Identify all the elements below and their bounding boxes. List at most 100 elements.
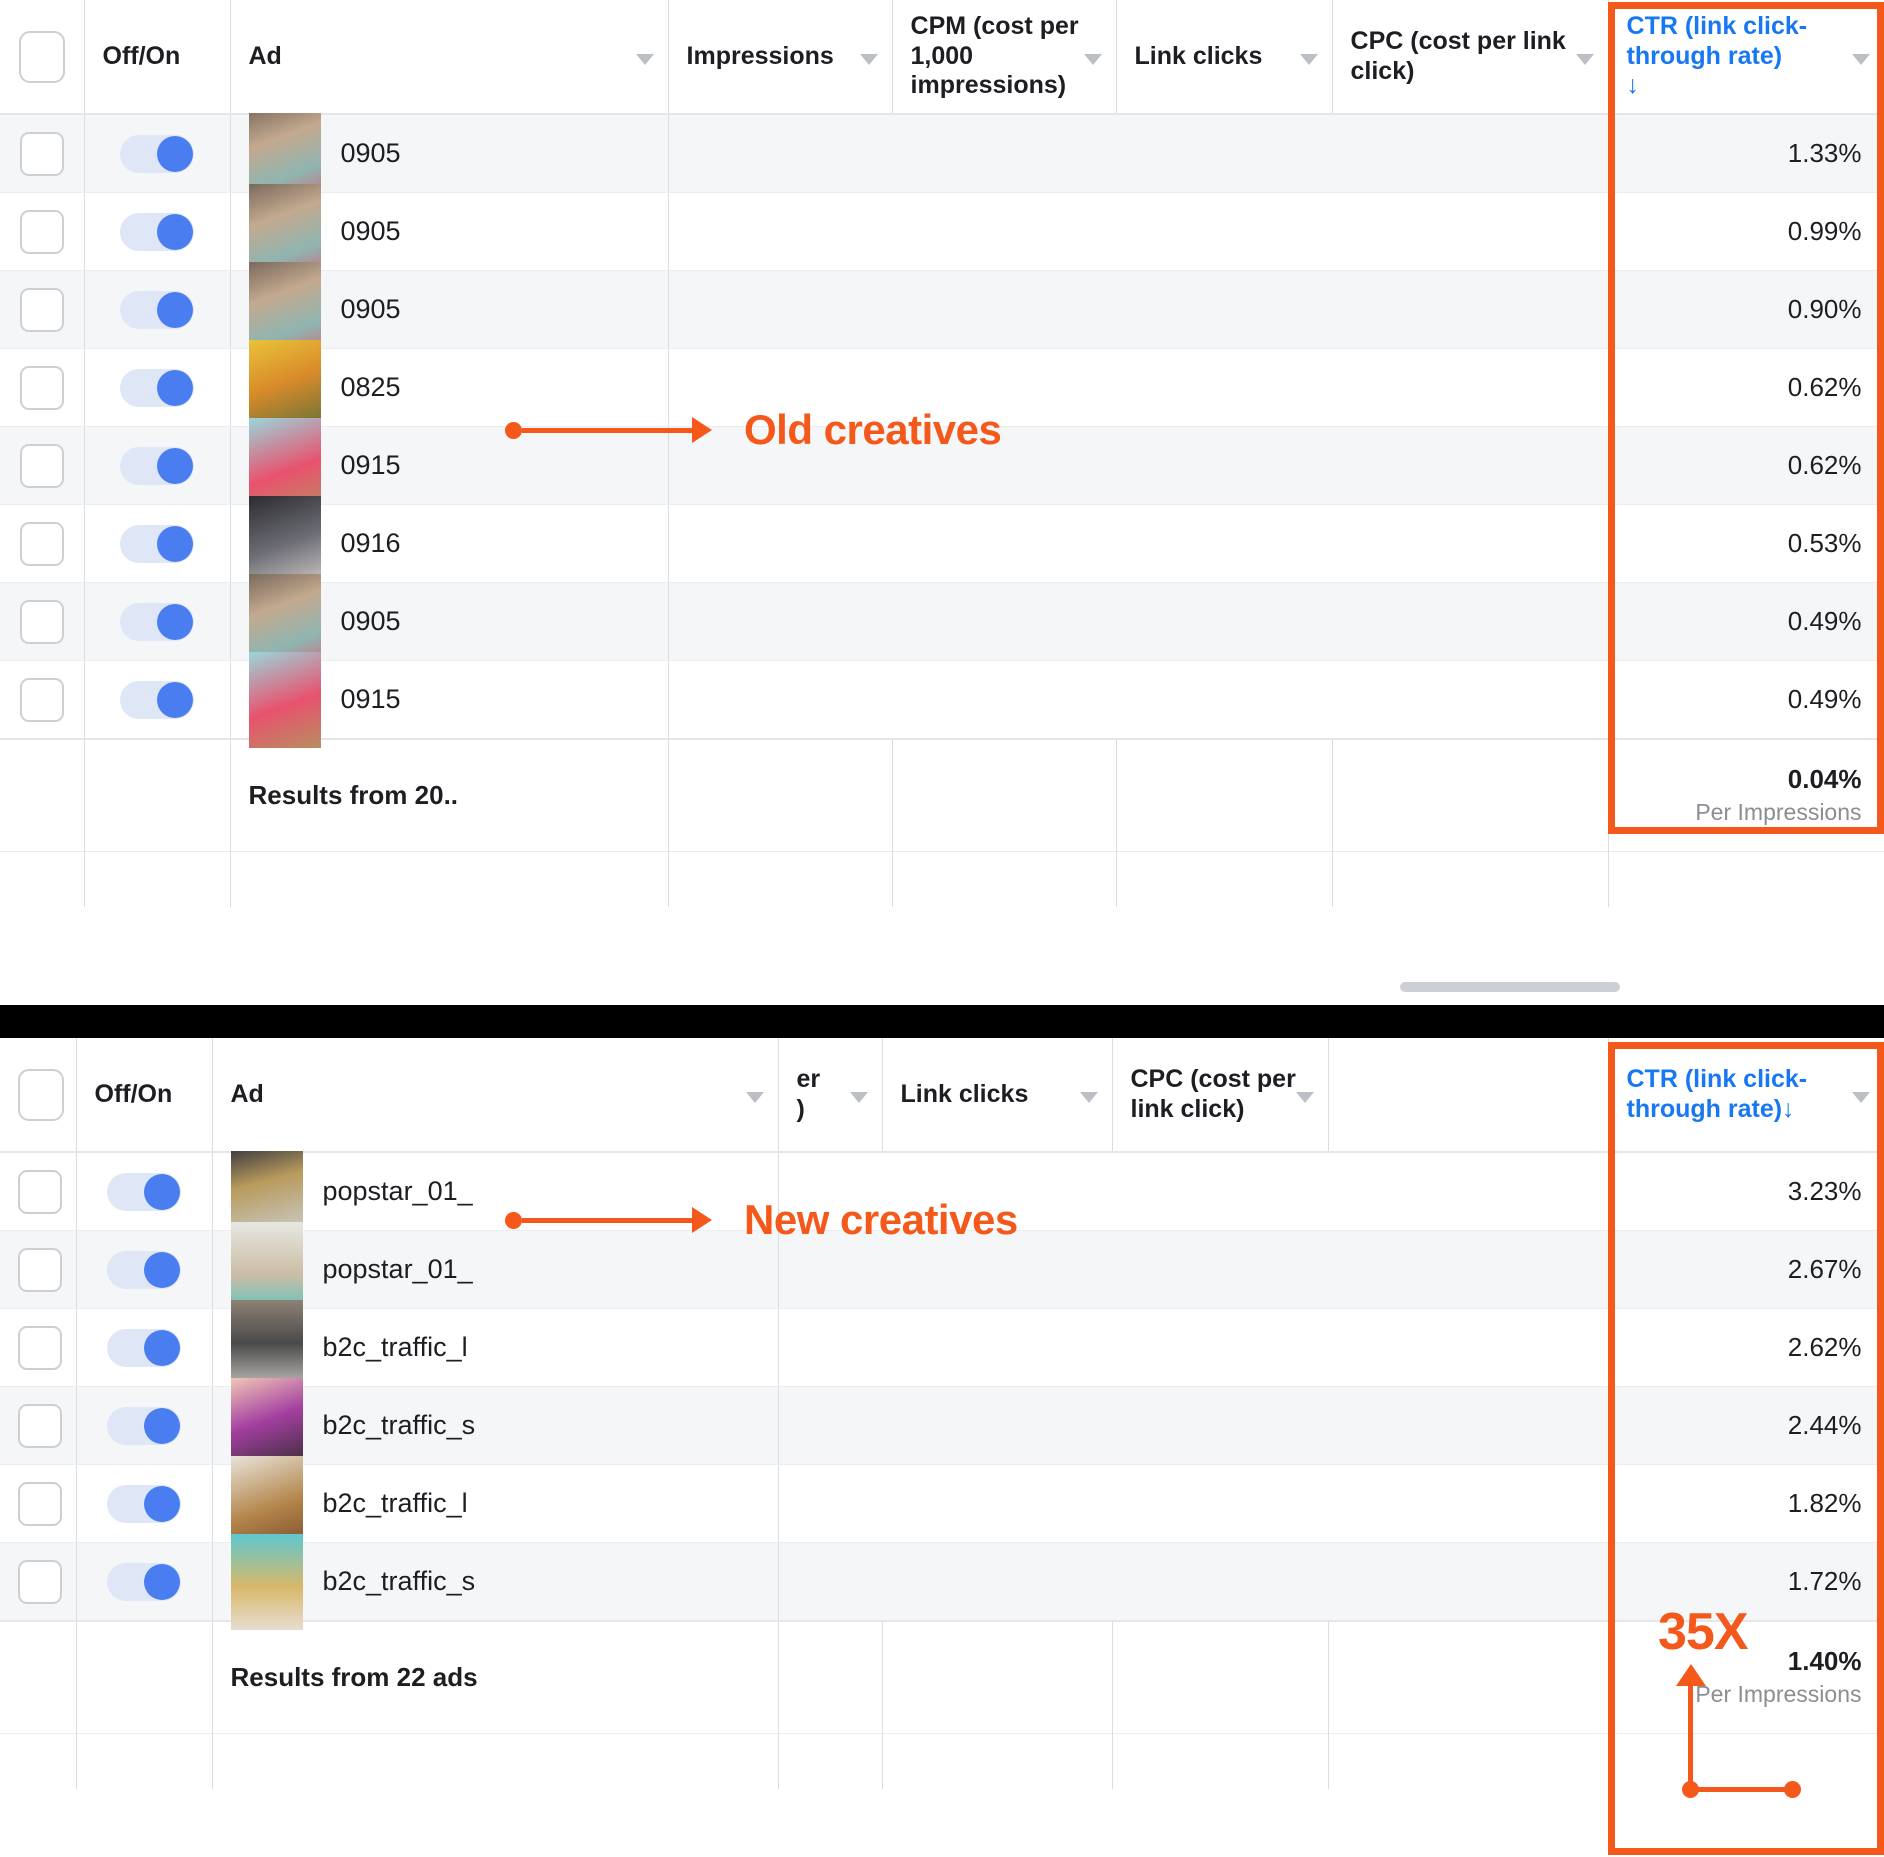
column-header-cpc[interactable]: CPC (cost per link click): [1112, 1038, 1329, 1153]
row-ctr-cell: 0.99%: [1608, 192, 1884, 271]
chevron-down-icon[interactable]: [859, 53, 878, 65]
table-row[interactable]: 0916 0.53%: [0, 495, 1884, 592]
off-on-toggle[interactable]: [120, 368, 194, 407]
off-on-toggle[interactable]: [107, 1328, 181, 1367]
chevron-down-icon[interactable]: [849, 1091, 868, 1103]
column-header-link-clicks[interactable]: Link clicks: [882, 1038, 1113, 1153]
off-on-toggle[interactable]: [120, 446, 194, 485]
off-on-toggle[interactable]: [107, 1484, 181, 1523]
ad-name: b2c_traffic_l: [322, 1332, 468, 1362]
table-row[interactable]: 0905 0.99%: [0, 183, 1884, 280]
row-checkbox[interactable]: [19, 521, 64, 566]
chevron-down-icon[interactable]: [1575, 53, 1594, 65]
row-checkbox[interactable]: [19, 677, 64, 722]
screenshot-root: Off/On Ad Impressions CPM (cost per 1,00…: [0, 0, 1884, 1857]
select-all-checkbox[interactable]: [18, 30, 65, 83]
table-footer-spacer-row: [0, 850, 1884, 907]
column-header-off-on[interactable]: Off/On: [76, 1038, 213, 1153]
table-row[interactable]: b2c_traffic_s 2.44%: [0, 1377, 1884, 1474]
horizontal-scrollbar[interactable]: [1400, 982, 1620, 992]
row-checkbox[interactable]: [18, 1403, 62, 1448]
row-toggle-cell: [84, 270, 231, 349]
off-on-toggle[interactable]: [120, 290, 194, 329]
toggle-knob: [157, 603, 193, 640]
chevron-down-icon[interactable]: [1851, 53, 1870, 65]
ad-name: popstar_01_: [322, 1254, 473, 1284]
column-header-ad[interactable]: Ad: [212, 1038, 779, 1153]
row-checkbox[interactable]: [18, 1325, 62, 1370]
top-table-header-row: Off/On Ad Impressions CPM (cost per 1,00…: [0, 0, 1884, 115]
column-header-cpc[interactable]: CPC (cost per link click): [1332, 0, 1609, 115]
toggle-knob: [144, 1485, 180, 1522]
table-row[interactable]: 0915 0.49%: [0, 651, 1884, 748]
off-on-toggle[interactable]: [120, 524, 194, 563]
row-checkbox[interactable]: [19, 131, 64, 176]
table-row[interactable]: 0905 0.49%: [0, 573, 1884, 670]
footer-spacer-cell: [1332, 850, 1609, 907]
chevron-down-icon[interactable]: [1299, 53, 1318, 65]
row-checkbox[interactable]: [19, 287, 64, 332]
row-cpc-cell: [1332, 660, 1609, 740]
chevron-down-icon[interactable]: [1295, 1091, 1314, 1103]
chevron-down-icon[interactable]: [1079, 1091, 1098, 1103]
row-checkbox[interactable]: [18, 1247, 62, 1292]
ad-name: 0915: [340, 684, 401, 714]
row-checkbox[interactable]: [18, 1169, 62, 1214]
column-header-cpm[interactable]: CPM (cost per 1,000 impressions): [892, 0, 1117, 115]
table-row[interactable]: b2c_traffic_l 1.82%: [0, 1455, 1884, 1552]
toggle-knob: [157, 369, 193, 406]
column-header-label: Ad: [248, 41, 282, 70]
off-on-toggle[interactable]: [107, 1562, 181, 1601]
row-toggle-cell: [76, 1308, 213, 1387]
table-row[interactable]: 0905 1.33%: [0, 105, 1884, 202]
row-spacer-cell: [1328, 1152, 1608, 1231]
off-on-toggle[interactable]: [107, 1406, 181, 1445]
footer-spacer-cell: [1328, 1732, 1609, 1789]
summary-toggle-cell: [76, 1620, 213, 1733]
row-checkbox[interactable]: [19, 365, 64, 410]
table-row[interactable]: b2c_traffic_l 2.62%: [0, 1299, 1884, 1396]
ad-name: 0916: [340, 528, 401, 558]
select-all-checkbox[interactable]: [18, 1068, 64, 1121]
toggle-knob: [157, 681, 193, 718]
off-on-toggle[interactable]: [120, 680, 194, 719]
summary-checkbox-cell: [0, 738, 85, 851]
footer-spacer-cell: [778, 1732, 883, 1789]
off-on-toggle[interactable]: [107, 1172, 181, 1211]
column-header-ctr[interactable]: CTR (link click-through rate)↓: [1608, 1038, 1884, 1153]
chevron-down-icon[interactable]: [745, 1091, 764, 1103]
row-checkbox[interactable]: [18, 1481, 62, 1526]
row-toggle-cell: [84, 426, 231, 505]
row-ctr-cell: 0.53%: [1608, 504, 1884, 583]
row-checkbox[interactable]: [19, 209, 64, 254]
off-on-toggle[interactable]: [120, 134, 194, 173]
off-on-toggle[interactable]: [120, 602, 194, 641]
column-header-label: er ): [796, 1065, 821, 1123]
column-header-cpm-cropped[interactable]: er ): [778, 1038, 883, 1153]
top-table-body: 0905 1.33% 0905 0.99% 0905 0.90% 0825 0.…: [0, 105, 1884, 907]
table-row[interactable]: 0905 0.90%: [0, 261, 1884, 358]
row-link-clicks-cell: [882, 1308, 1112, 1387]
column-header-off-on[interactable]: Off/On: [84, 0, 231, 115]
row-cpm-cell: [892, 192, 1117, 271]
off-on-toggle[interactable]: [120, 212, 194, 251]
row-link-clicks-cell: [1116, 114, 1333, 193]
ad-name: b2c_traffic_s: [322, 1566, 476, 1596]
column-header-label: Off/On: [94, 1079, 173, 1108]
off-on-toggle[interactable]: [107, 1250, 181, 1289]
chevron-down-icon[interactable]: [635, 53, 654, 65]
annotation-old-creatives-label: Old creatives: [744, 406, 1002, 453]
row-checkbox[interactable]: [19, 443, 64, 488]
row-checkbox[interactable]: [18, 1559, 62, 1604]
column-header-link-clicks[interactable]: Link clicks: [1116, 0, 1333, 115]
row-ctr-cell: 2.62%: [1608, 1308, 1884, 1387]
row-cpc-cell: [1332, 114, 1609, 193]
row-ctr-cell: 0.62%: [1608, 348, 1884, 427]
column-header-ad[interactable]: Ad: [230, 0, 669, 115]
chevron-down-icon[interactable]: [1083, 53, 1102, 65]
column-header-ctr[interactable]: CTR (link click-through rate) ↓: [1608, 0, 1884, 115]
table-row[interactable]: b2c_traffic_s 1.72%: [0, 1533, 1884, 1630]
row-checkbox[interactable]: [19, 599, 64, 644]
column-header-impressions[interactable]: Impressions: [668, 0, 893, 115]
chevron-down-icon[interactable]: [1851, 1091, 1870, 1103]
